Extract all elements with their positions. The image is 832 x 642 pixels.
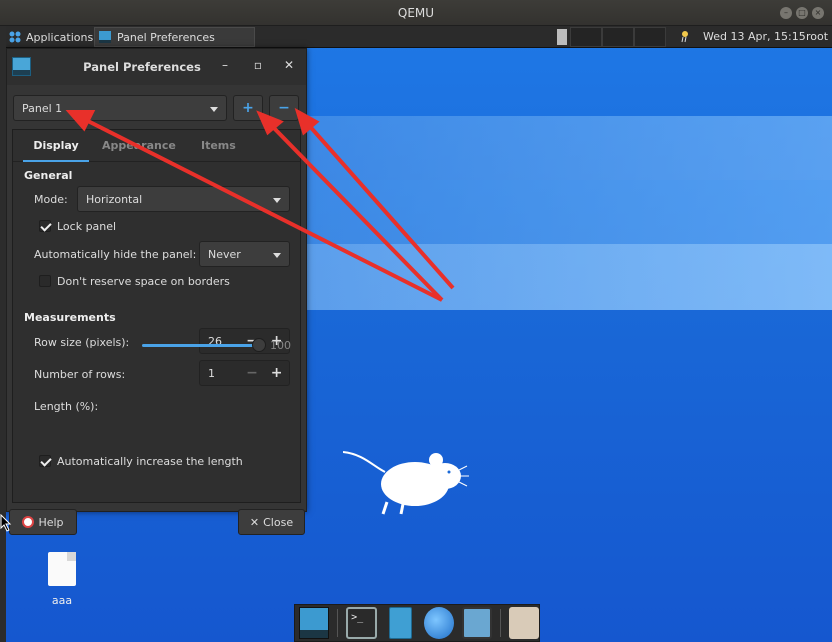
maximize-icon[interactable]: ▫ bbox=[250, 57, 266, 73]
reserve-space-label[interactable]: Don't reserve space on borders bbox=[57, 275, 230, 288]
length-value: 100 bbox=[270, 339, 291, 352]
rows-value[interactable]: 1 bbox=[200, 367, 240, 380]
minimize-icon[interactable]: – bbox=[217, 57, 233, 73]
rows-increment-button[interactable]: + bbox=[264, 365, 289, 381]
general-section-header: General bbox=[24, 169, 73, 182]
length-label: Length (%): bbox=[34, 400, 99, 413]
lock-panel-checkbox[interactable] bbox=[39, 220, 51, 232]
lock-panel-label[interactable]: Lock panel bbox=[57, 220, 116, 233]
workspace-3[interactable] bbox=[602, 27, 634, 47]
tab-items[interactable]: Items bbox=[201, 139, 236, 152]
clock[interactable]: Wed 13 Apr, 15:15 bbox=[703, 30, 806, 43]
autohide-dropdown[interactable]: Never bbox=[199, 241, 290, 267]
tab-bar: Display Appearance Items bbox=[13, 130, 300, 162]
search-icon[interactable] bbox=[461, 607, 492, 639]
file-icon-label[interactable]: aaa bbox=[40, 594, 84, 607]
taskbar-button-label: Panel Preferences bbox=[117, 30, 215, 44]
chevron-down-icon bbox=[273, 198, 281, 203]
mode-label: Mode: bbox=[34, 193, 68, 206]
row-size-label: Row size (pixels): bbox=[34, 336, 130, 349]
remove-panel-button[interactable]: − bbox=[269, 95, 299, 121]
web-browser-icon[interactable] bbox=[423, 607, 454, 639]
terminal-glyph: >_ bbox=[351, 612, 364, 623]
chevron-down-icon bbox=[273, 253, 281, 258]
add-panel-button[interactable]: + bbox=[233, 95, 263, 121]
xfce-logo-icon bbox=[9, 31, 21, 43]
tab-appearance[interactable]: Appearance bbox=[102, 139, 176, 152]
preferences-notebook: Display Appearance Items General Mode: H… bbox=[12, 129, 301, 503]
close-icon[interactable]: ✕ bbox=[281, 57, 297, 73]
terminal-icon[interactable]: >_ bbox=[346, 607, 377, 639]
panel-preferences-dialog: Panel Preferences – ▫ ✕ Panel 1 + − Disp… bbox=[6, 48, 307, 535]
reserve-space-checkbox[interactable] bbox=[39, 275, 51, 287]
qemu-close-button[interactable]: × bbox=[812, 7, 824, 19]
mode-dropdown[interactable]: Horizontal bbox=[77, 186, 290, 212]
file-icon[interactable] bbox=[48, 552, 76, 586]
folder-icon[interactable] bbox=[508, 607, 539, 639]
chevron-down-icon bbox=[210, 107, 218, 112]
desktop-wallpaper-band bbox=[306, 116, 832, 180]
autohide-dropdown-value: Never bbox=[208, 248, 241, 261]
help-icon bbox=[22, 516, 35, 528]
mode-dropdown-value: Horizontal bbox=[86, 193, 143, 206]
length-slider-track[interactable] bbox=[142, 344, 258, 347]
dock-separator bbox=[499, 609, 501, 637]
auto-increase-checkbox[interactable] bbox=[39, 455, 51, 467]
file-cabinet-icon[interactable] bbox=[388, 607, 412, 639]
length-slider-handle[interactable] bbox=[252, 338, 266, 352]
autohide-label: Automatically hide the panel: bbox=[34, 248, 197, 261]
user-menu[interactable]: root bbox=[806, 30, 828, 43]
panel-dropdown[interactable]: Panel 1 bbox=[13, 95, 227, 121]
weather-icon[interactable] bbox=[678, 29, 692, 43]
close-button-label: Close bbox=[263, 515, 294, 529]
panel-dropdown-value: Panel 1 bbox=[22, 102, 63, 115]
qemu-window-title: QEMU bbox=[397, 6, 435, 20]
close-icon: ✕ bbox=[249, 515, 260, 529]
guest-screen: Applications Panel Preferences Wed 13 Ap… bbox=[6, 26, 832, 642]
rows-label: Number of rows: bbox=[34, 368, 126, 381]
workspace-switcher[interactable] bbox=[554, 27, 666, 47]
qemu-maximize-button[interactable]: □ bbox=[796, 7, 808, 19]
rows-decrement-button: − bbox=[246, 365, 258, 381]
xfce-mouse-logo bbox=[343, 451, 469, 515]
desktop-wallpaper-band bbox=[306, 244, 832, 310]
help-button-label: Help bbox=[38, 515, 64, 529]
applications-menu[interactable]: Applications bbox=[8, 28, 93, 46]
top-panel: Applications Panel Preferences Wed 13 Ap… bbox=[6, 26, 832, 48]
workspace-4[interactable] bbox=[634, 27, 666, 47]
qemu-titlebar: QEMU – □ × bbox=[0, 0, 832, 26]
help-button[interactable]: Help bbox=[9, 509, 77, 535]
panel-prefs-dock-icon[interactable] bbox=[299, 607, 330, 639]
auto-increase-label[interactable]: Automatically increase the length bbox=[57, 455, 243, 468]
dialog-titlebar[interactable]: Panel Preferences – ▫ ✕ bbox=[7, 49, 306, 85]
tab-display[interactable]: Display bbox=[23, 139, 89, 162]
panel-prefs-icon bbox=[99, 31, 111, 43]
workspace-1[interactable] bbox=[557, 29, 567, 45]
dock-separator bbox=[337, 609, 339, 637]
dock: >_ bbox=[294, 604, 540, 642]
taskbar-button-panel-preferences[interactable]: Panel Preferences bbox=[94, 27, 255, 47]
mouse-cursor-icon bbox=[0, 514, 12, 532]
qemu-minimize-button[interactable]: – bbox=[780, 7, 792, 19]
workspace-2[interactable] bbox=[570, 27, 602, 47]
close-button[interactable]: ✕ Close bbox=[238, 509, 305, 535]
rows-spinner[interactable]: 1 − + bbox=[199, 360, 290, 386]
applications-label: Applications bbox=[26, 30, 94, 44]
measurements-section-header: Measurements bbox=[24, 311, 116, 324]
